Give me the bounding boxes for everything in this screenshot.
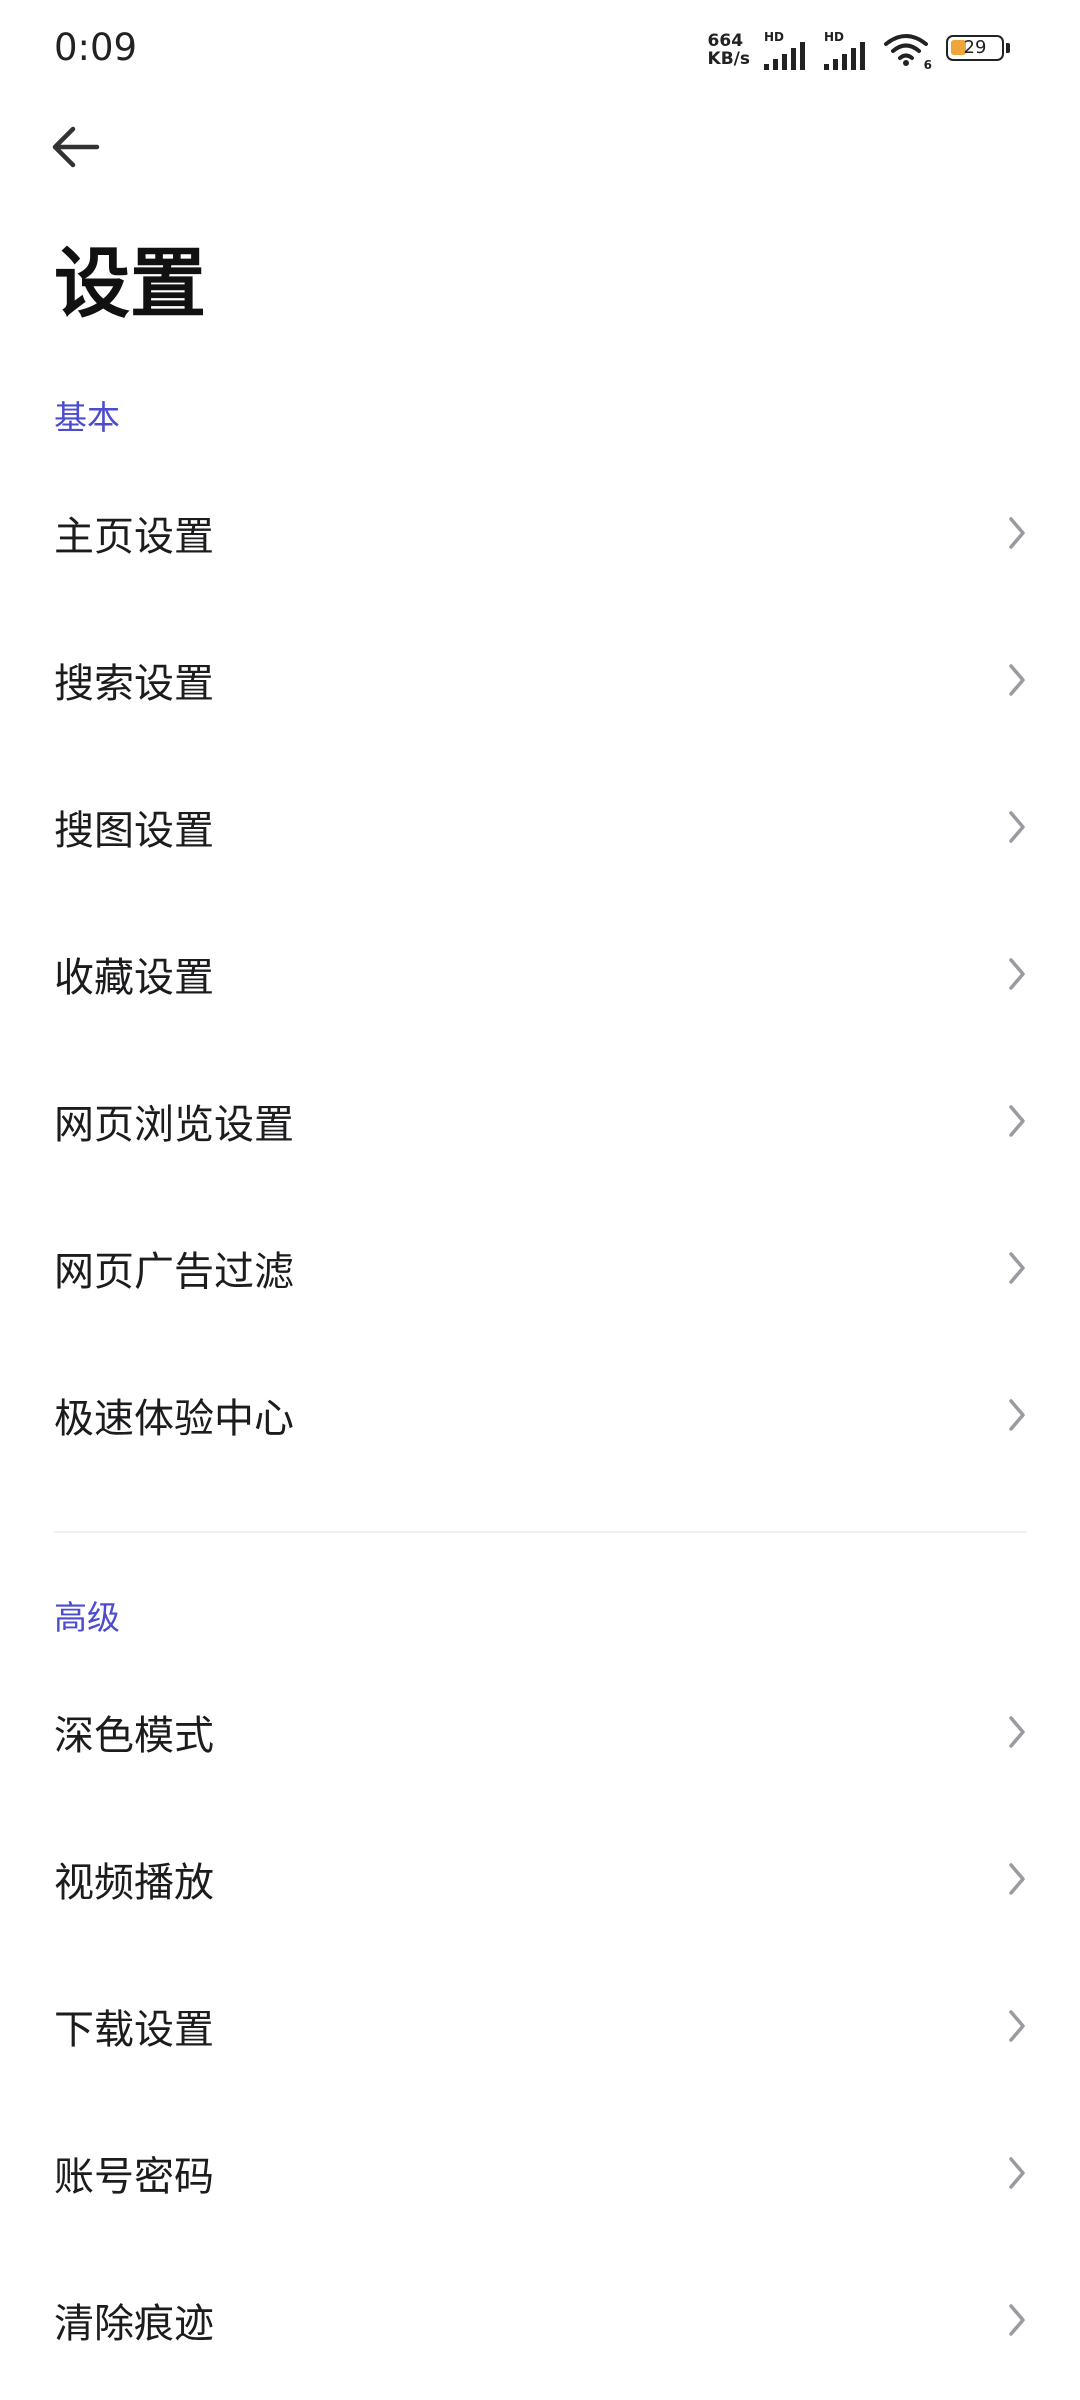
battery-level: 29: [963, 37, 987, 58]
status-time: 0:09: [54, 26, 138, 69]
settings-item-label: 网页浏览设置: [54, 1101, 294, 1148]
settings-item[interactable]: 深色模式: [0, 1658, 1080, 1805]
settings-item-label: 极速体验中心: [54, 1395, 294, 1442]
section-label-basic: 基本: [54, 398, 120, 437]
chevron-right-icon: [1006, 954, 1028, 994]
section-label-advanced: 高级: [54, 1598, 120, 1637]
signal-icon-sim2: HD: [824, 30, 870, 70]
settings-item[interactable]: 收藏设置: [0, 900, 1080, 1047]
settings-item-label: 视频播放: [54, 1859, 214, 1906]
chevron-right-icon: [1006, 2300, 1028, 2340]
status-bar: 0:09 664 KB/s HD HD 6 29: [0, 0, 1080, 100]
settings-item-label: 网页广告过滤: [54, 1248, 294, 1295]
settings-item-label: 账号密码: [54, 2153, 214, 2200]
settings-item[interactable]: 网页广告过滤: [0, 1194, 1080, 1341]
chevron-right-icon: [1006, 1859, 1028, 1899]
basic-settings-list: 主页设置搜索设置搜图设置收藏设置网页浏览设置 网页广告过滤 极速体验中心: [0, 459, 1080, 1488]
settings-item-label: 深色模式: [54, 1712, 214, 1759]
status-icons: 664 KB/s HD HD 6 29: [708, 28, 1012, 72]
wifi-icon: 6: [884, 30, 932, 72]
chevron-right-icon: [1006, 1101, 1028, 1141]
battery-tip: [1006, 43, 1010, 53]
chevron-right-icon: [1006, 1712, 1028, 1752]
page-title: 设置: [54, 239, 206, 328]
wifi-label: 6: [923, 58, 932, 72]
signal-icon-sim1: HD: [764, 30, 810, 70]
network-speed: 664 KB/s: [708, 32, 750, 68]
settings-item-label: 下载设置: [54, 2006, 214, 2053]
settings-item[interactable]: 主页设置: [0, 459, 1080, 606]
chevron-right-icon: [1006, 807, 1028, 847]
chevron-right-icon: [1006, 660, 1028, 700]
settings-item[interactable]: 账号密码: [0, 2099, 1080, 2246]
network-speed-value: 664: [707, 31, 744, 51]
arrow-left-icon: [52, 126, 100, 168]
settings-item[interactable]: 清除痕迹: [0, 2246, 1080, 2393]
chevron-right-icon: [1006, 1395, 1028, 1435]
settings-item[interactable]: 搜图设置: [0, 753, 1080, 900]
settings-item-label: 收藏设置: [54, 954, 214, 1001]
back-button[interactable]: [40, 112, 110, 182]
settings-item-label: 清除痕迹: [54, 2300, 214, 2347]
battery-icon: 29: [946, 35, 1012, 65]
chevron-right-icon: [1006, 1248, 1028, 1288]
settings-item[interactable]: 下载设置: [0, 1952, 1080, 2099]
chevron-right-icon: [1006, 2006, 1028, 2046]
chevron-right-icon: [1006, 513, 1028, 553]
settings-item[interactable]: 视频播放: [0, 1805, 1080, 1952]
chevron-right-icon: [1006, 2153, 1028, 2193]
settings-item-label: 搜索设置: [54, 660, 214, 707]
settings-item[interactable]: 极速体验中心: [0, 1341, 1080, 1488]
settings-item[interactable]: 网页浏览设置: [0, 1047, 1080, 1194]
settings-item-label: 搜图设置: [54, 807, 214, 854]
section-divider: [54, 1531, 1027, 1533]
settings-item-label: 主页设置: [54, 513, 214, 560]
advanced-settings-list: 深色模式视频播放下载设置账号密码清除痕迹: [0, 1658, 1080, 2393]
network-speed-unit: KB/s: [707, 49, 750, 69]
settings-item[interactable]: 搜索设置: [0, 606, 1080, 753]
